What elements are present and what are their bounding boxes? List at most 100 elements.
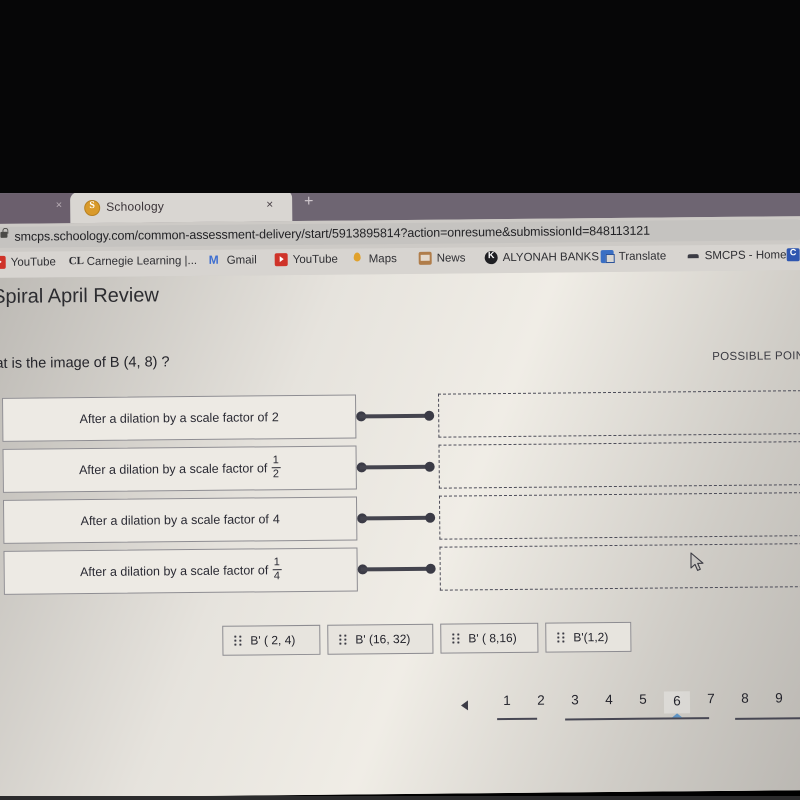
drag-handle-icon[interactable]	[339, 634, 348, 646]
pagination-page-9[interactable]: 9	[766, 690, 792, 705]
address-bar[interactable]: smcps.schoology.com/common-assessment-de…	[0, 219, 800, 248]
bookmark-youtube[interactable]: YouTube	[0, 255, 56, 269]
match-row: After a dilation by a scale factor of 4	[0, 492, 800, 548]
youtube-icon	[0, 255, 6, 269]
answer-tile[interactable]: B' ( 2, 4)	[222, 624, 321, 656]
page-title: st Spiral April Review	[0, 284, 159, 308]
maps-icon	[351, 252, 364, 265]
bookmark-label: ALYONAH BANKS -...	[502, 250, 616, 264]
match-row: After a dilation by a scale factor of 1 …	[0, 441, 800, 497]
photo-of-screen: × Schoology × + smcps.schoology.com/comm…	[0, 0, 800, 800]
gmail-icon: M	[208, 252, 219, 267]
pagination-page-1[interactable]: 1	[494, 693, 520, 708]
fraction: 1 4	[272, 555, 282, 582]
match-prompt-text: After a dilation by a scale factor of	[79, 563, 269, 580]
tab-title: Schoology	[106, 199, 165, 214]
pagination-page-3[interactable]: 3	[562, 692, 588, 707]
match-prompt[interactable]: After a dilation by a scale factor of 2	[2, 394, 357, 442]
fraction-denominator: 2	[272, 467, 280, 480]
bookmark-news[interactable]: News	[418, 251, 466, 265]
matching-area: After a dilation by a scale factor of 2	[0, 390, 800, 614]
classroom-icon	[786, 248, 800, 262]
bookmark-label: YouTube	[10, 255, 56, 269]
pagination-page-8[interactable]: 8	[732, 691, 758, 706]
match-prompt[interactable]: After a dilation by a scale factor of 4	[2, 496, 358, 544]
pagination-bar-segment-2	[565, 717, 710, 721]
bookmark-label: Maps	[368, 252, 397, 265]
drag-handle-icon[interactable]	[452, 633, 461, 644]
translate-icon	[600, 249, 614, 264]
close-icon[interactable]: ×	[266, 197, 273, 211]
bookmark-translate[interactable]: Translate	[600, 249, 667, 264]
match-connector	[356, 410, 435, 421]
pagination-bar-segment-1	[497, 717, 538, 721]
drop-zone[interactable]	[439, 543, 800, 591]
close-icon[interactable]: ×	[56, 199, 63, 211]
lock-icon	[0, 231, 8, 238]
match-row: After a dilation by a scale factor of 1 …	[0, 543, 800, 599]
kahoot-icon	[484, 251, 498, 265]
connector-line	[360, 515, 433, 520]
bookmark-smcps-home[interactable]: SMCPS - Home	[687, 248, 787, 262]
fraction-denominator: 4	[273, 569, 280, 582]
bookmark-carnegie-learning[interactable]: CL Carnegie Learning |...	[69, 254, 198, 268]
question-text: What is the image of B (4, 8) ?	[0, 354, 170, 373]
bookmark-gmail[interactable]: M Gmail	[208, 252, 257, 267]
match-connector	[357, 563, 436, 574]
match-prompt-text: After a dilation by a scale factor of	[80, 512, 269, 529]
connector-line	[360, 566, 433, 571]
bookmark-alyonah-banks[interactable]: ALYONAH BANKS -...	[484, 250, 616, 265]
bookmark-maps[interactable]: Maps	[351, 252, 397, 265]
drag-handle-icon[interactable]	[234, 635, 243, 647]
pagination-page-4[interactable]: 4	[596, 692, 622, 707]
pagination-page-5[interactable]: 5	[630, 692, 656, 707]
match-prompt[interactable]: After a dilation by a scale factor of 1 …	[3, 547, 358, 595]
bookmark-youtube-2[interactable]: YouTube	[274, 253, 338, 267]
connector-dot-right	[425, 512, 436, 523]
answer-tile-label: B'(1,2)	[573, 630, 609, 645]
pagination-page-2[interactable]: 2	[528, 693, 554, 708]
browser-window: × Schoology × + smcps.schoology.com/comm…	[0, 180, 800, 798]
photo-letterbox-top	[0, 0, 800, 193]
fraction-numerator: 1	[272, 453, 279, 466]
mouse-cursor	[690, 552, 706, 574]
drop-zone[interactable]	[438, 492, 800, 540]
bookmark-label: News	[436, 251, 466, 265]
answer-tile-label: B' ( 8,16)	[468, 630, 517, 646]
fraction-numerator: 1	[273, 555, 280, 568]
assessment-page: st Spiral April Review What is the image…	[0, 270, 800, 798]
browser-tab-schoology[interactable]: Schoology ×	[70, 190, 293, 224]
answer-tiles: B' ( 2, 4) B' (16, 32) B' ( 8,16) B'(1,2…	[0, 620, 800, 664]
smcps-icon	[687, 249, 700, 262]
answer-tile[interactable]: B' (16, 32)	[327, 623, 434, 655]
drop-zone[interactable]	[438, 441, 800, 489]
carnegie-learning-icon: CL	[68, 255, 85, 268]
connector-line	[359, 464, 432, 469]
pagination: 1 2 3 4 5 6 7 8 9	[460, 688, 800, 735]
schoology-favicon-icon	[84, 199, 101, 217]
pagination-page-6-current[interactable]: 6	[663, 691, 691, 714]
match-prompt-text: After a dilation by a scale factor of	[78, 461, 268, 478]
photo-letterbox-bottom	[0, 796, 800, 800]
pagination-prev-button[interactable]	[460, 700, 469, 711]
match-prompt[interactable]: After a dilation by a scale factor of 1 …	[2, 445, 357, 493]
drag-handle-icon[interactable]	[557, 632, 566, 643]
match-prompt-value: 4	[272, 512, 280, 527]
bookmark-label: Carnegie Learning |...	[86, 254, 198, 268]
browser-tab-inactive[interactable]: ×	[0, 193, 75, 225]
connector-line	[359, 413, 432, 418]
connector-dot-right	[424, 461, 435, 472]
address-bar-url: smcps.schoology.com/common-assessment-de…	[14, 223, 651, 244]
match-prompt-value: 2	[271, 410, 279, 425]
bookmark-classroom[interactable]	[786, 248, 800, 262]
bookmark-label: Gmail	[226, 253, 257, 267]
drop-zone[interactable]	[437, 390, 800, 438]
match-connector	[357, 512, 436, 523]
fraction: 1 2	[271, 453, 281, 480]
pagination-page-7[interactable]: 7	[698, 691, 724, 706]
answer-tile[interactable]: B' ( 8,16)	[440, 622, 539, 654]
answer-tile[interactable]: B'(1,2)	[545, 621, 632, 653]
connector-dot-right	[424, 410, 435, 421]
match-prompt-text: After a dilation by a scale factor of	[79, 410, 268, 427]
new-tab-button[interactable]: +	[304, 193, 314, 210]
